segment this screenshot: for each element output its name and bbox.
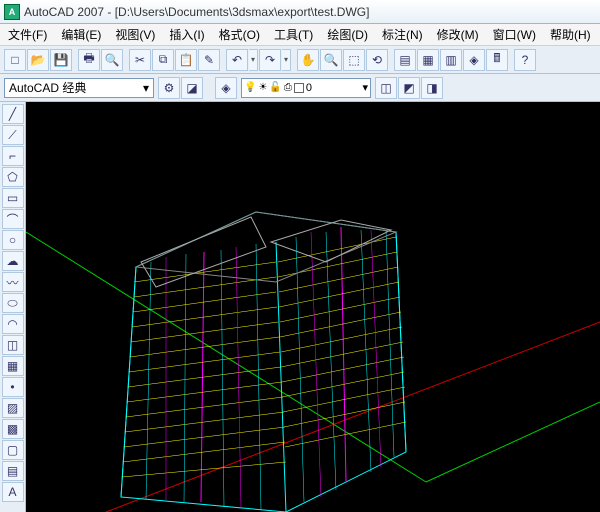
drawing-canvas[interactable] (26, 102, 600, 512)
menu-视图(V)[interactable]: 视图(V) (109, 24, 161, 45)
layer-name: 0 (306, 82, 312, 94)
revcloud-tool[interactable]: ☁ (2, 251, 24, 271)
props-icon[interactable]: ▤ (394, 49, 416, 71)
menu-窗口(W)[interactable]: 窗口(W) (487, 24, 542, 45)
main-area: ╱⟋⌐⬠▭⌒○☁〰⬭◠◫▦•▨▩▢▤A (0, 102, 600, 512)
undo-icon-dropdown[interactable]: ▾ (249, 49, 258, 71)
ws-settings-icon[interactable]: ⚙ (158, 77, 180, 99)
lock-icon: 🔓 (269, 82, 281, 93)
layer-prev-icon[interactable]: ◩ (398, 77, 420, 99)
calc-icon[interactable]: 🖩 (486, 49, 508, 71)
layer-props-button[interactable]: ◈ (215, 77, 237, 99)
ws-lock-icon[interactable]: ◪ (181, 77, 203, 99)
workspace-combo[interactable]: AutoCAD 经典 ▾ (4, 78, 154, 98)
menu-帮助(H)[interactable]: 帮助(H) (544, 24, 597, 45)
chevron-down-icon: ▾ (362, 81, 368, 94)
cut-icon[interactable]: ✂ (129, 49, 151, 71)
menu-格式(O)[interactable]: 格式(O) (213, 24, 266, 45)
menu-插入(I)[interactable]: 插入(I) (163, 24, 210, 45)
layer-tools-icon[interactable]: ◨ (421, 77, 443, 99)
app-icon: A (4, 4, 20, 20)
layer-combo[interactable]: 💡 ☀ 🔓 ⎙ 0 ▾ (241, 78, 371, 98)
menu-bar: 文件(F)编辑(E)视图(V)插入(I)格式(O)工具(T)绘图(D)标注(N)… (0, 24, 600, 46)
dc-icon[interactable]: ▦ (417, 49, 439, 71)
polygon-tool[interactable]: ⬠ (2, 167, 24, 187)
preview-icon[interactable]: 🔍 (101, 49, 123, 71)
line-tool[interactable]: ╱ (2, 104, 24, 124)
circle-tool[interactable]: ○ (2, 230, 24, 250)
zoom-rt-icon[interactable]: 🔍 (320, 49, 342, 71)
zoom-prev-icon[interactable]: ⟲ (366, 49, 388, 71)
insert-tool[interactable]: ◫ (2, 335, 24, 355)
draw-toolbar: ╱⟋⌐⬠▭⌒○☁〰⬭◠◫▦•▨▩▢▤A (0, 102, 26, 512)
pline-tool[interactable]: ⌐ (2, 146, 24, 166)
paste-icon[interactable]: 📋 (175, 49, 197, 71)
standard-toolbar: □📂💾🖶🔍✂⧉📋✎↶▾↷▾✋🔍⬚⟲▤▦▥◈🖩? (0, 46, 600, 74)
arc-tool[interactable]: ⌒ (2, 209, 24, 229)
ellipse-tool[interactable]: ⬭ (2, 293, 24, 313)
rect-tool[interactable]: ▭ (2, 188, 24, 208)
copy-icon[interactable]: ⧉ (152, 49, 174, 71)
region-tool[interactable]: ▢ (2, 440, 24, 460)
bulb-icon: 💡 (244, 82, 256, 93)
menu-修改(M)[interactable]: 修改(M) (431, 24, 485, 45)
new-icon[interactable]: □ (4, 49, 26, 71)
redo-icon-dropdown[interactable]: ▾ (282, 49, 291, 71)
hatch-tool[interactable]: ▨ (2, 398, 24, 418)
table-tool[interactable]: ▤ (2, 461, 24, 481)
mtext-tool[interactable]: A (2, 482, 24, 502)
open-icon[interactable]: 📂 (27, 49, 49, 71)
point-tool[interactable]: • (2, 377, 24, 397)
xline-tool[interactable]: ⟋ (2, 125, 24, 145)
plot-icon: ⎙ (284, 82, 292, 93)
block-tool[interactable]: ▦ (2, 356, 24, 376)
workspace-layer-toolbar: AutoCAD 经典 ▾ ⚙◪ ◈ 💡 ☀ 🔓 ⎙ 0 ▾ ◫◩◨ (0, 74, 600, 102)
sun-icon: ☀ (258, 82, 267, 93)
redo-icon[interactable]: ↷ (259, 49, 281, 71)
layer-color-swatch (294, 83, 304, 93)
menu-工具(T)[interactable]: 工具(T) (268, 24, 319, 45)
chevron-down-icon: ▾ (143, 81, 149, 95)
menu-标注(N)[interactable]: 标注(N) (376, 24, 429, 45)
menu-绘图(D)[interactable]: 绘图(D) (321, 24, 374, 45)
workspace-selected: AutoCAD 经典 (9, 79, 86, 96)
undo-icon[interactable]: ↶ (226, 49, 248, 71)
window-title: AutoCAD 2007 - [D:\Users\Documents\3dsma… (24, 5, 369, 19)
wireframe-model (26, 102, 600, 512)
save-icon[interactable]: 💾 (50, 49, 72, 71)
zoom-win-icon[interactable]: ⬚ (343, 49, 365, 71)
help-icon[interactable]: ? (514, 49, 536, 71)
plot-icon[interactable]: 🖶 (78, 49, 100, 71)
pan-icon[interactable]: ✋ (297, 49, 319, 71)
tp-icon[interactable]: ▥ (440, 49, 462, 71)
title-bar: A AutoCAD 2007 - [D:\Users\Documents\3ds… (0, 0, 600, 24)
menu-文件(F)[interactable]: 文件(F) (2, 24, 53, 45)
menu-编辑(E)[interactable]: 编辑(E) (55, 24, 107, 45)
layer-states-icon[interactable]: ◫ (375, 77, 397, 99)
gradient-tool[interactable]: ▩ (2, 419, 24, 439)
match-icon[interactable]: ✎ (198, 49, 220, 71)
layers-icon[interactable]: ◈ (463, 49, 485, 71)
ellipsearc-tool[interactable]: ◠ (2, 314, 24, 334)
spline-tool[interactable]: 〰 (2, 272, 24, 292)
